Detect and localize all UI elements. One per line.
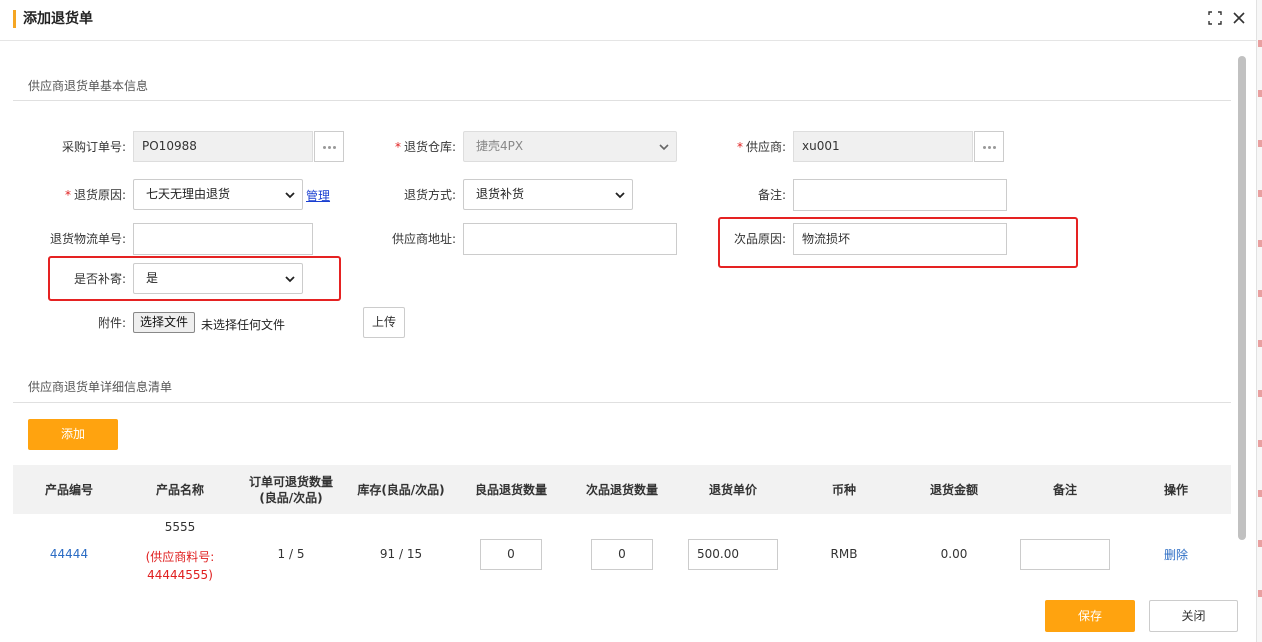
title-accent-bar (13, 10, 16, 28)
method-value: 退货补货 (476, 187, 525, 201)
po-number-label: 采购订单号: (61, 140, 126, 154)
section-title-basic: 供应商退货单基本信息 (28, 79, 149, 93)
table-header: 产品编号 产品名称 订单可退货数量 (良品/次品) 库存(良品/次品) 良品退货数… (13, 465, 1231, 514)
col-header-currency: 币种 (831, 482, 856, 497)
maximize-icon[interactable] (1208, 11, 1222, 25)
supplier-sku-text: (供应商料号: (145, 550, 215, 564)
amount-value: 0.00 (940, 547, 968, 561)
vertical-scrollbar[interactable] (1238, 56, 1246, 540)
address-label: 供应商地址: (391, 232, 456, 246)
col-header-returnable: 订单可退货数量 (良品/次品) (248, 474, 333, 505)
background-page-edge (1256, 0, 1262, 642)
reason-select[interactable]: 七天无理由退货 (133, 179, 303, 210)
section-divider (13, 402, 1231, 403)
add-return-order-modal: 添加退货单 供应商退货单基本信息 采购订单号: PO10988 * 退货仓库: 捷… (0, 0, 1262, 642)
close-button[interactable]: 关闭 (1149, 600, 1238, 632)
po-number-field[interactable]: PO10988 (133, 131, 313, 162)
col-header-action: 操作 (1163, 482, 1188, 497)
col-header-good-qty: 良品退货数量 (474, 482, 547, 497)
tracking-label: 退货物流单号: (49, 232, 126, 246)
supplier-picker-button[interactable] (974, 131, 1004, 162)
address-textarea[interactable] (463, 223, 677, 255)
col-header-stock: 库存(良品/次品) (357, 482, 445, 497)
col-header-remark: 备注 (1052, 482, 1077, 497)
col-header-unit-price: 退货单价 (708, 482, 757, 497)
col-header-amount: 退货金额 (929, 482, 978, 497)
unit-price-input[interactable]: 500.00 (688, 538, 778, 570)
reason-label: * 退货原因: (64, 188, 126, 202)
stock-qty: 91 / 15 (379, 547, 423, 561)
row-remark-input[interactable] (1020, 538, 1110, 570)
choose-file-button[interactable]: 选择文件 (133, 312, 196, 333)
table-row: 44444 5555 (供应商料号: 44444555) 1 / 5 91 / … (13, 514, 1231, 586)
warehouse-select[interactable]: 捷壳4PX (463, 131, 677, 162)
delete-row-link[interactable]: 删除 (1164, 546, 1188, 563)
method-label: 退货方式: (403, 188, 456, 202)
section-title-detail: 供应商退货单详细信息清单 (28, 380, 173, 394)
tracking-input[interactable] (133, 223, 313, 255)
close-icon[interactable] (1232, 11, 1246, 25)
method-select[interactable]: 退货补货 (463, 179, 633, 210)
chevron-down-icon (285, 192, 295, 199)
defect-qty-input[interactable]: 0 (591, 538, 653, 570)
product-code-link[interactable]: 44444 (50, 547, 88, 561)
col-header-defect-qty: 次品退货数量 (585, 482, 658, 497)
chevron-down-icon (615, 192, 625, 199)
supplier-field[interactable]: xu001 (793, 131, 973, 162)
good-qty-input[interactable]: 0 (480, 538, 542, 570)
remark-label: 备注: (757, 188, 786, 202)
no-file-text: 未选择任何文件 (201, 318, 286, 332)
reason-value: 七天无理由退货 (146, 187, 231, 201)
product-name: 5555 (164, 520, 196, 534)
section-divider (13, 100, 1231, 101)
add-product-button[interactable]: 添加 (28, 419, 118, 450)
modal-header: 添加退货单 (0, 0, 1256, 41)
supplier-sku-code: 44444555) (147, 568, 213, 582)
currency-value: RMB (830, 547, 858, 561)
col-header-name: 产品名称 (155, 482, 204, 497)
supplier-label: * 供应商: (736, 140, 786, 154)
upload-button[interactable]: 上传 (363, 307, 405, 338)
warehouse-label: * 退货仓库: (394, 140, 456, 154)
save-button[interactable]: 保存 (1045, 600, 1135, 632)
col-header-code: 产品编号 (44, 482, 93, 497)
po-picker-button[interactable] (314, 131, 344, 162)
highlight-box-defect-reason (718, 217, 1078, 268)
warehouse-value: 捷壳4PX (476, 139, 524, 153)
highlight-box-reship (48, 256, 341, 301)
modal-title: 添加退货单 (23, 11, 93, 27)
manage-reasons-link[interactable]: 管理 (306, 187, 330, 204)
attachment-label: 附件: (97, 316, 126, 330)
chevron-down-icon (659, 144, 669, 151)
remark-textarea[interactable] (793, 179, 1007, 211)
returnable-qty: 1 / 5 (277, 547, 305, 561)
